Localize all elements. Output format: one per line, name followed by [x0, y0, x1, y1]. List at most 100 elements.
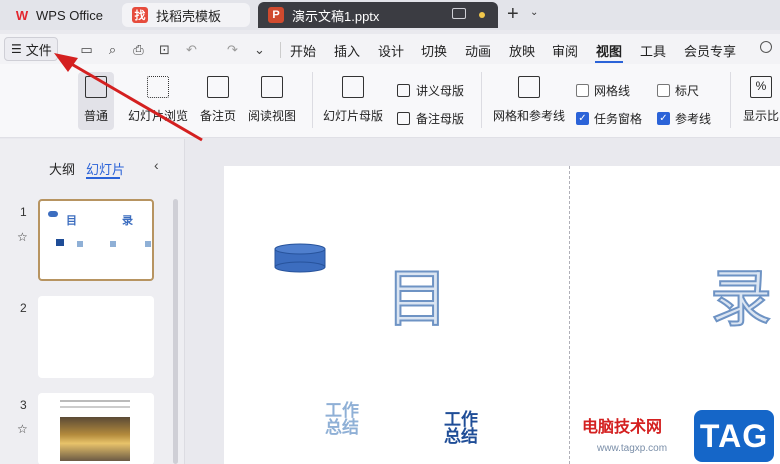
tab-wps-office[interactable]: W WPS Office	[4, 2, 114, 28]
text-line: 总结	[325, 418, 359, 438]
ruler-label: 标尺	[675, 84, 700, 98]
slide-thumbnail-3[interactable]	[38, 393, 154, 464]
ruler-checkbox[interactable]: 标尺	[657, 82, 699, 99]
wps-logo-icon: W	[15, 7, 29, 23]
slide-number: 3	[20, 398, 27, 412]
percent-icon: %	[750, 76, 772, 98]
thumb-text-block	[56, 239, 64, 246]
docer-logo-icon: 找	[132, 7, 148, 23]
menu-member[interactable]: 会员专享	[684, 41, 736, 60]
panel-tab-underline	[86, 177, 120, 179]
file-menu-button[interactable]: ☰ 文件	[4, 37, 58, 61]
normal-view-label: 普通	[84, 109, 109, 123]
thumb-shape	[48, 211, 58, 217]
gridlines-label: 网格线	[594, 84, 631, 98]
tab-label: WPS Office	[36, 7, 103, 23]
normal-view-button[interactable]: 普通	[78, 72, 115, 130]
thumb-text-block	[145, 241, 151, 247]
file-menu-label: 文件	[25, 42, 52, 58]
share-icon[interactable]: ⌕	[105, 42, 120, 57]
collapse-panel-icon[interactable]: ‹	[154, 157, 159, 173]
menu-insert[interactable]: 插入	[334, 41, 360, 60]
tab-outline[interactable]: 大纲	[49, 159, 75, 178]
print-icon[interactable]: ⎙	[131, 42, 146, 57]
menu-view[interactable]: 视图	[596, 41, 622, 60]
menu-animations[interactable]: 动画	[465, 41, 491, 60]
title-char-left[interactable]: 目	[385, 248, 449, 338]
guides-label: 参考线	[675, 112, 712, 126]
notes-master-icon	[397, 112, 410, 125]
menu-divider	[280, 42, 281, 58]
menu-design[interactable]: 设计	[378, 41, 404, 60]
menu-slideshow[interactable]: 放映	[509, 41, 535, 60]
gridlines-checkbox[interactable]: 网格线	[576, 82, 630, 99]
save-icon[interactable]: ▭	[79, 42, 94, 57]
show-ratio-button[interactable]: % 显示比	[743, 76, 779, 124]
text-box-2[interactable]: 工作 总结	[439, 412, 483, 446]
notes-master-button[interactable]: 备注母版	[397, 110, 464, 127]
notes-master-label: 备注母版	[416, 112, 465, 126]
slide-master-icon	[342, 76, 364, 98]
star-icon[interactable]: ☆	[17, 422, 28, 436]
task-pane-label: 任务窗格	[594, 112, 643, 126]
slide-thumbnail-2[interactable]	[38, 296, 154, 378]
ribbon-divider	[730, 72, 731, 128]
undo-icon[interactable]: ↶	[184, 42, 199, 57]
ribbon-divider	[481, 72, 482, 128]
title-char-right[interactable]: 录	[709, 248, 773, 338]
handout-master-icon	[397, 84, 410, 97]
ruler-check-icon	[657, 84, 670, 97]
menu-tools[interactable]: 工具	[640, 41, 666, 60]
panel-scrollbar[interactable]	[173, 199, 178, 464]
thumb-title-left: 目	[66, 215, 77, 227]
slide-canvas: 目 录 工作 总结 工作 总结	[186, 139, 780, 464]
watermark-url: www.tagxp.com	[597, 443, 668, 454]
slide-sorter-icon	[147, 76, 169, 98]
tab-docer-templates[interactable]: 找 找稻壳模板	[122, 3, 250, 27]
thumb-text-block	[110, 241, 116, 247]
redo-icon[interactable]: ↷	[225, 42, 240, 57]
search-icon[interactable]	[760, 41, 772, 53]
handout-master-button[interactable]: 讲义母版	[397, 82, 464, 99]
tag-logo: TAG	[694, 410, 774, 462]
guides-checkbox[interactable]: ✓ 参考线	[657, 110, 711, 127]
text-box-1[interactable]: 工作 总结	[320, 403, 364, 437]
slide-sorter-button[interactable]: 幻灯片浏览	[128, 76, 188, 124]
notes-page-button[interactable]: 备注页	[200, 76, 236, 124]
tab-slides[interactable]: 幻灯片	[86, 159, 125, 178]
menu-home[interactable]: 开始	[290, 41, 316, 60]
slide-master-button[interactable]: 幻灯片母版	[323, 76, 383, 124]
monitor-icon[interactable]	[452, 8, 466, 19]
reading-view-button[interactable]: 阅读视图	[248, 76, 296, 124]
watermark-text: 电脑技术网	[582, 419, 663, 436]
presentation-logo-icon: P	[268, 7, 284, 23]
gridlines-check-icon	[576, 84, 589, 97]
text-line: 总结	[444, 427, 478, 447]
thumb-text-line	[60, 406, 130, 408]
tab-list-chevron-icon[interactable]: ⌄	[530, 7, 538, 18]
menu-bar: ☰ 文件 ▭ ⌕ ⎙ ⊡ ↶ ↷ ⌄ 开始 插入 设计 切换 动画 放映 审阅 …	[0, 34, 780, 64]
tab-presentation[interactable]: P 演示文稿1.pptx	[258, 2, 498, 28]
grid-guides-button[interactable]: 网格和参考线	[493, 76, 565, 124]
slide-master-label: 幻灯片母版	[323, 109, 384, 123]
more-chevron-icon[interactable]: ⌄	[252, 42, 267, 57]
handout-master-label: 讲义母版	[416, 84, 465, 98]
cylinder-shape[interactable]	[274, 243, 326, 273]
star-icon[interactable]: ☆	[17, 230, 28, 244]
unsaved-dot-icon	[479, 12, 485, 18]
guides-check-icon: ✓	[657, 112, 670, 125]
reading-view-label: 阅读视图	[248, 109, 297, 123]
title-bar: W WPS Office 找 找稻壳模板 P 演示文稿1.pptx + ⌄	[0, 0, 780, 30]
menu-review[interactable]: 审阅	[552, 41, 578, 60]
new-tab-plus-icon[interactable]: +	[507, 3, 519, 25]
grid-guides-label: 网格和参考线	[493, 109, 566, 123]
task-pane-checkbox[interactable]: ✓ 任务窗格	[576, 110, 642, 127]
tag-logo-text: TAG	[699, 417, 769, 454]
menu-transitions[interactable]: 切换	[421, 41, 447, 60]
slide-number: 2	[20, 301, 27, 315]
grid-icon	[518, 76, 540, 98]
guide-line[interactable]	[569, 166, 570, 464]
ribbon-divider	[312, 72, 313, 128]
slide-thumbnail-1[interactable]: 目 录	[38, 199, 154, 281]
print-preview-icon[interactable]: ⊡	[157, 42, 172, 57]
